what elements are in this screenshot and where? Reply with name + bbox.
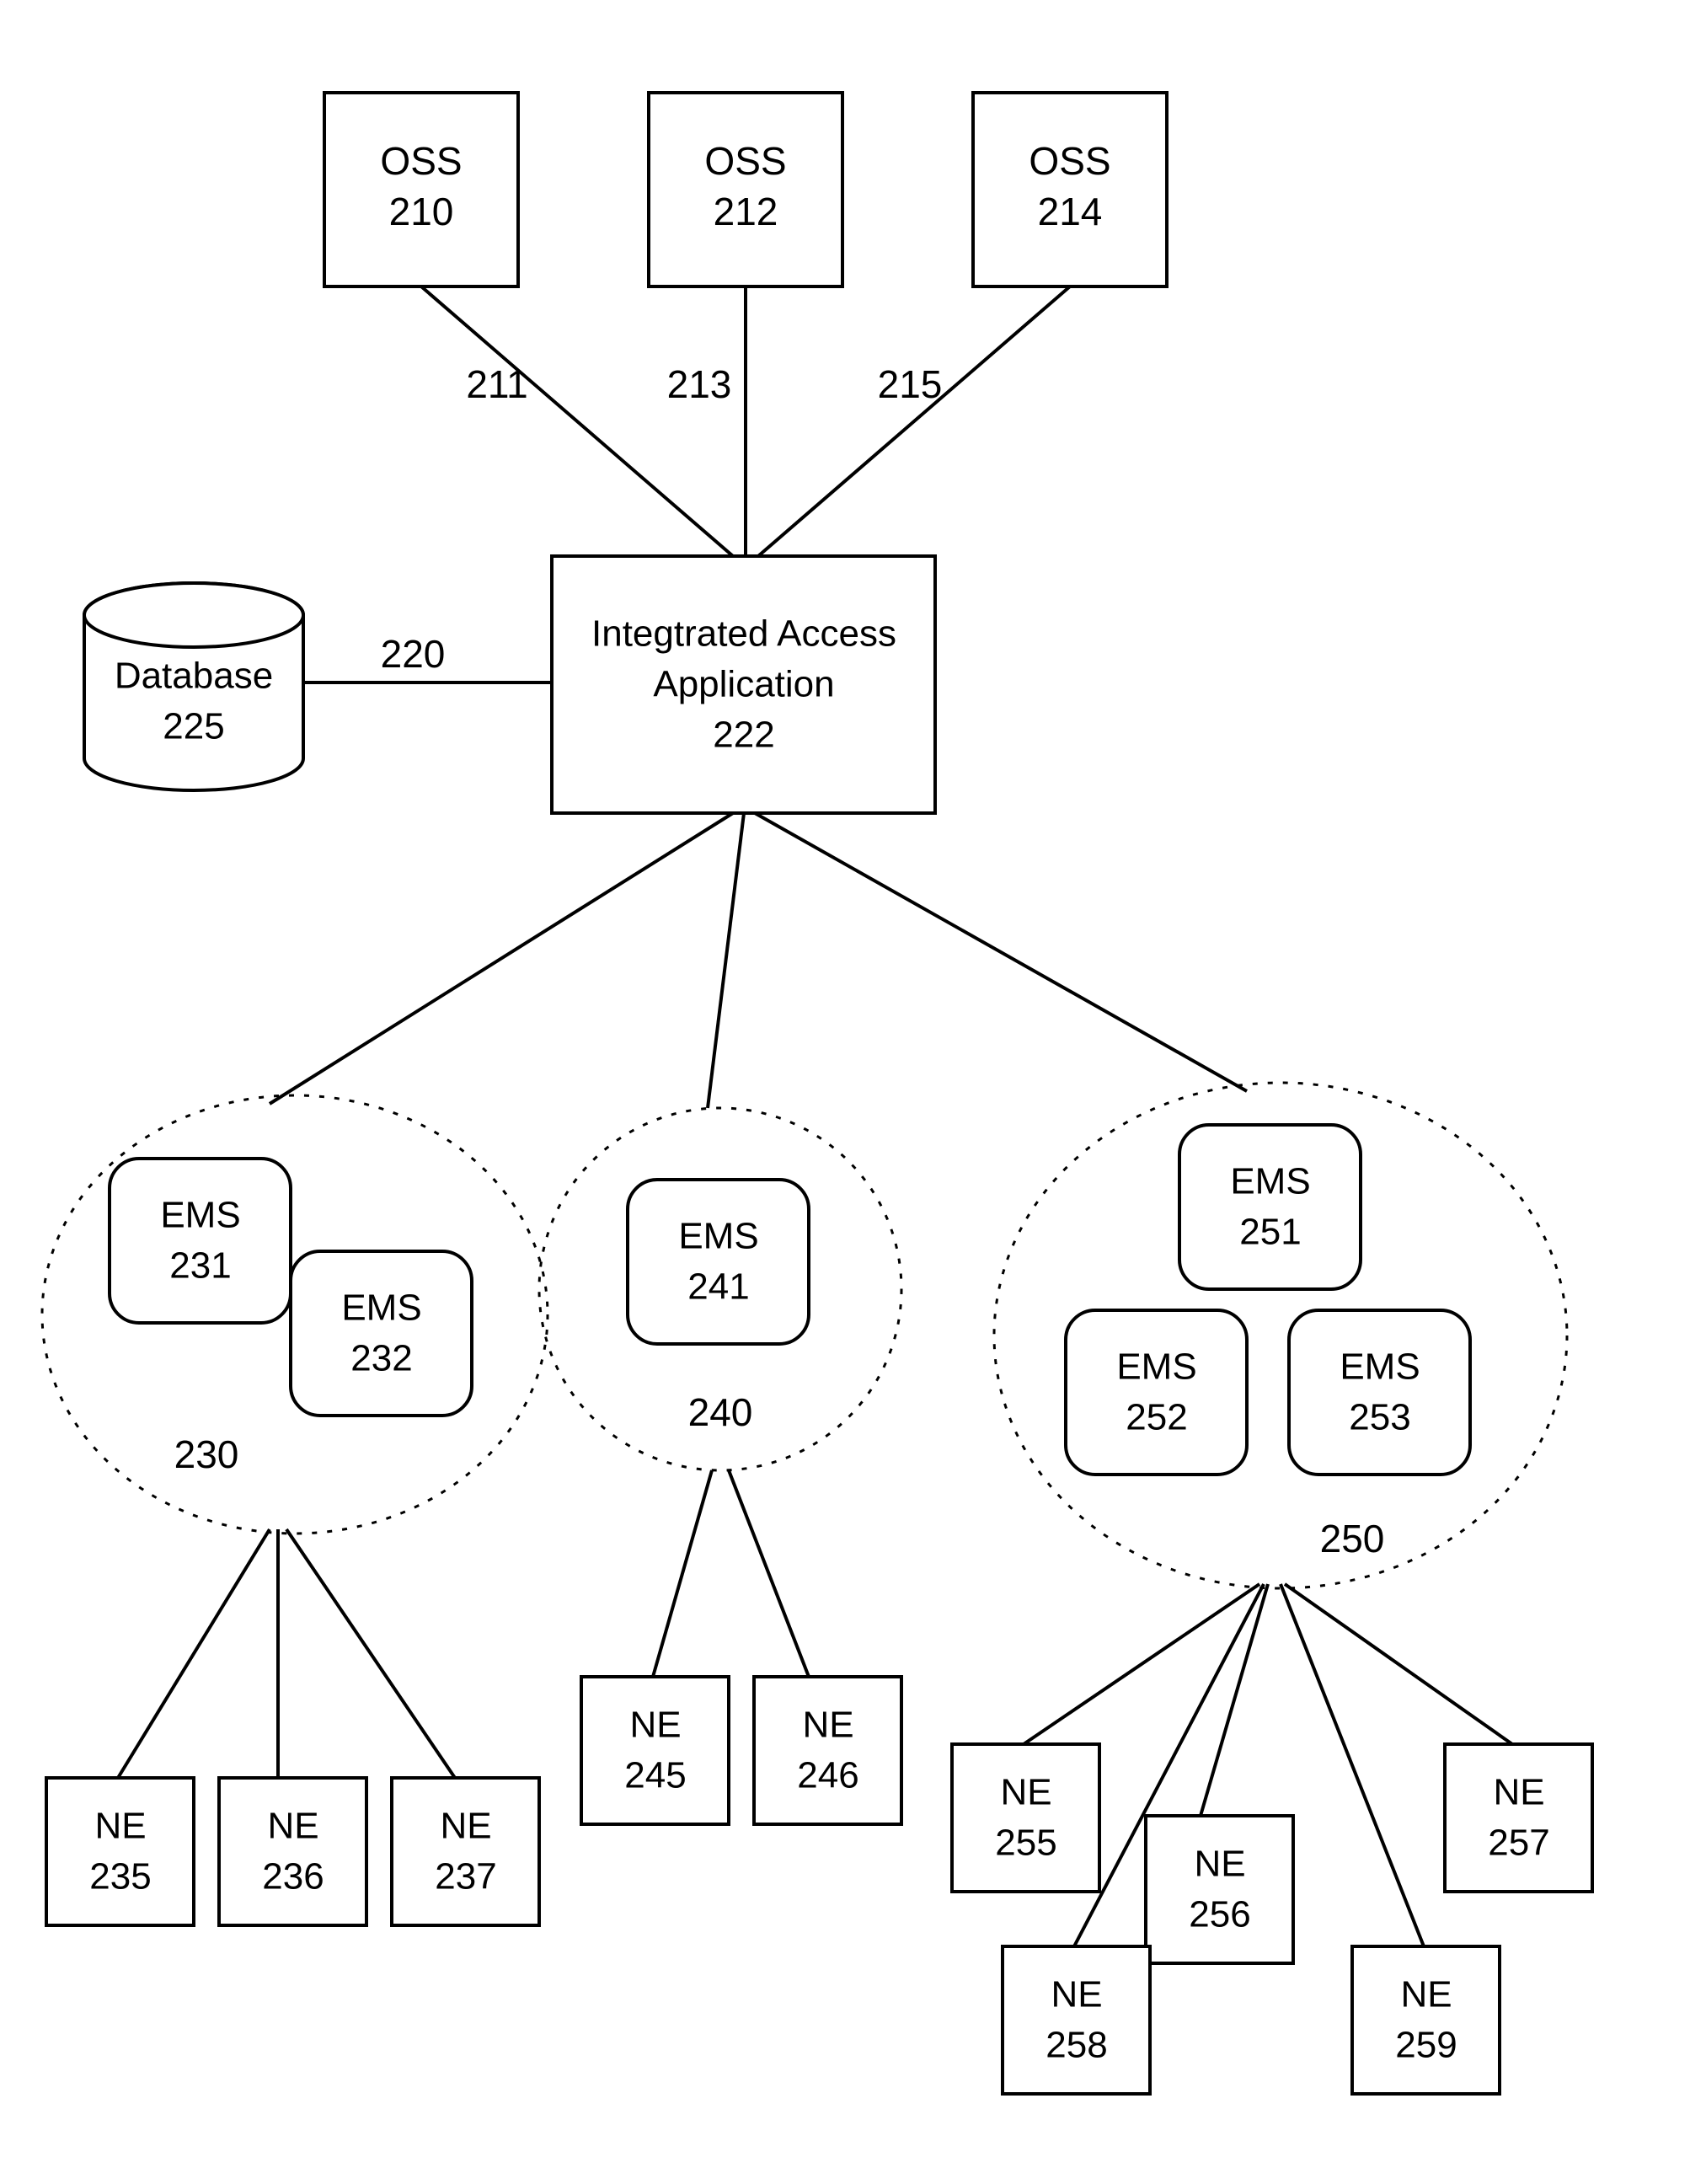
ne-246-label: NE	[802, 1705, 853, 1746]
ne-256-box: NE 256	[1146, 1816, 1293, 1963]
ems-241-id: 241	[687, 1266, 749, 1308]
ems-253-id: 253	[1349, 1397, 1410, 1438]
ems-232-box: EMS 232	[291, 1251, 472, 1416]
ems-251-id: 251	[1239, 1212, 1301, 1253]
ems-231-id: 231	[169, 1245, 231, 1287]
ems-253-label: EMS	[1340, 1346, 1420, 1388]
link-250-255	[1024, 1584, 1259, 1744]
database-icon: Database 225	[84, 583, 303, 790]
db-id: 225	[163, 706, 224, 747]
ems-231-label: EMS	[160, 1195, 240, 1236]
ems-232-id: 232	[350, 1338, 412, 1379]
oss-214-id: 214	[1038, 190, 1103, 233]
ne-257-id: 257	[1488, 1823, 1549, 1864]
iaa-id: 222	[713, 715, 774, 756]
oss-210-id: 210	[389, 190, 454, 233]
link-230-237	[286, 1529, 455, 1778]
oss-212-box: OSS 212	[649, 93, 842, 286]
ne-237-id: 237	[435, 1856, 496, 1898]
ne-259-label: NE	[1400, 1974, 1452, 2015]
edge-220-label: 220	[381, 632, 446, 676]
iaa-label2: Application	[653, 664, 834, 705]
ne-255-box: NE 255	[952, 1744, 1099, 1892]
ne-237-box: NE 237	[392, 1778, 539, 1925]
ne-257-label: NE	[1493, 1772, 1544, 1813]
oss-214-box: OSS 214	[973, 93, 1167, 286]
ne-236-label: NE	[267, 1806, 318, 1847]
ems-251-label: EMS	[1230, 1161, 1310, 1202]
group-230-id: 230	[174, 1432, 239, 1476]
ems-252-label: EMS	[1116, 1346, 1196, 1388]
oss-210-label: OSS	[380, 139, 462, 183]
group-250-id: 250	[1320, 1517, 1385, 1560]
network-architecture-diagram: OSS 210 OSS 212 OSS 214 211 213 215 Inte…	[0, 0, 1706, 2184]
link-iaa-230	[270, 813, 733, 1104]
link-250-257	[1285, 1584, 1512, 1744]
ems-241-box: EMS 241	[628, 1180, 809, 1344]
ne-245-box: NE 245	[581, 1677, 729, 1824]
ne-256-id: 256	[1189, 1894, 1250, 1935]
oss-210-box: OSS 210	[324, 93, 518, 286]
ne-245-label: NE	[629, 1705, 681, 1746]
ne-246-id: 246	[797, 1755, 858, 1796]
oss-212-label: OSS	[704, 139, 786, 183]
iaa-label1: Integtrated Access	[591, 613, 896, 655]
link-240-246	[729, 1470, 809, 1677]
link-230-235	[118, 1529, 270, 1778]
edge-211-label: 211	[466, 362, 527, 406]
edge-213-label: 213	[667, 362, 732, 406]
link-240-245	[653, 1470, 712, 1677]
ne-258-box: NE 258	[1003, 1946, 1150, 2094]
ne-235-label: NE	[94, 1806, 146, 1847]
db-label: Database	[115, 656, 273, 697]
link-250-259	[1281, 1584, 1424, 1946]
ne-258-label: NE	[1051, 1974, 1102, 2015]
ne-259-id: 259	[1395, 2025, 1457, 2066]
ne-255-id: 255	[995, 1823, 1056, 1864]
ems-252-box: EMS 252	[1066, 1310, 1247, 1475]
oss-212-id: 212	[714, 190, 778, 233]
ems-252-id: 252	[1126, 1397, 1187, 1438]
ne-235-id: 235	[89, 1856, 151, 1898]
iaa-box: Integtrated Access Application 222	[552, 556, 935, 813]
link-211	[421, 286, 733, 556]
ne-255-label: NE	[1000, 1772, 1051, 1813]
ne-236-box: NE 236	[219, 1778, 366, 1925]
ems-232-label: EMS	[341, 1287, 421, 1329]
ne-245-id: 245	[624, 1755, 686, 1796]
ne-246-box: NE 246	[754, 1677, 901, 1824]
ne-237-label: NE	[440, 1806, 491, 1847]
group-240-id: 240	[688, 1390, 753, 1434]
link-iaa-240	[708, 813, 744, 1108]
ne-256-label: NE	[1194, 1844, 1245, 1885]
ems-251-box: EMS 251	[1179, 1125, 1361, 1289]
ne-257-box: NE 257	[1445, 1744, 1592, 1892]
edge-215-label: 215	[878, 362, 943, 406]
oss-214-label: OSS	[1029, 139, 1110, 183]
ne-259-box: NE 259	[1352, 1946, 1500, 2094]
ems-253-box: EMS 253	[1289, 1310, 1470, 1475]
ems-231-box: EMS 231	[110, 1159, 291, 1323]
ne-236-id: 236	[262, 1856, 324, 1898]
link-iaa-250	[755, 813, 1247, 1091]
ems-241-label: EMS	[678, 1216, 758, 1257]
ne-258-id: 258	[1046, 2025, 1107, 2066]
ne-235-box: NE 235	[46, 1778, 194, 1925]
link-215	[758, 286, 1070, 556]
